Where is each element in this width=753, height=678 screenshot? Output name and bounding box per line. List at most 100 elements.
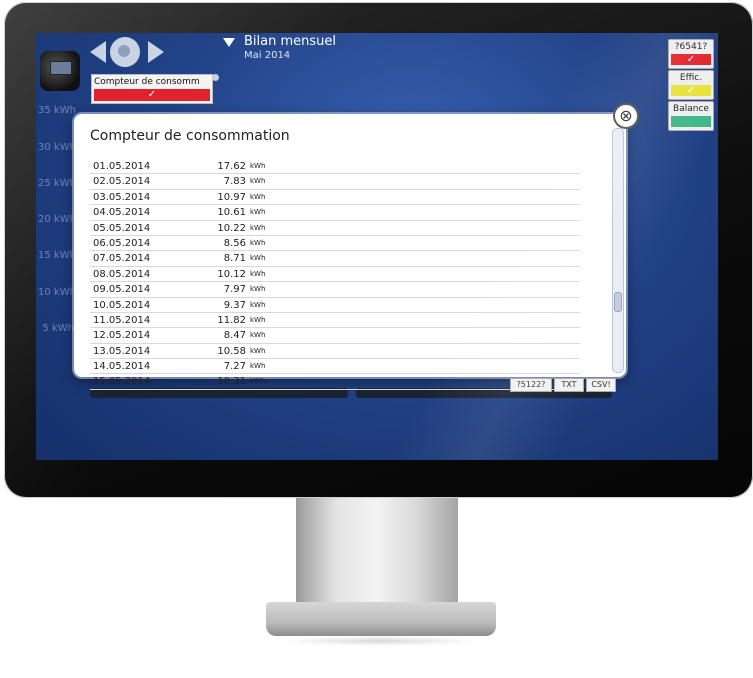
row-date: 15.05.2014 [93, 376, 151, 388]
table-row: 09.05.2014 7.97 kWh [90, 282, 580, 298]
row-value: 10.12 [217, 268, 246, 280]
row-date: 07.05.2014 [93, 253, 151, 265]
y-axis-label: 25 kWh [38, 178, 76, 189]
right-button-label: Effic. [679, 73, 703, 83]
row-unit: kWh [250, 208, 266, 217]
row-date: 03.05.2014 [93, 191, 151, 203]
row-unit: kWh [250, 223, 266, 232]
row-unit: kWh [250, 254, 266, 263]
table-row: 03.05.2014 10.97 kWh [90, 190, 580, 206]
y-axis-label: 5 kWh [42, 323, 74, 334]
row-unit: kWh [250, 377, 266, 386]
right-button-label: ?6541? [674, 42, 708, 52]
efficiency-button[interactable]: Effic. ✓ [668, 70, 714, 100]
consumption-table: 01.05.2014 17.62 kWh 02.05.2014 7.83 kWh 03.05… [90, 159, 580, 390]
export-txt-button[interactable]: TXT [554, 378, 584, 392]
right-button-check: ✓ [671, 85, 711, 96]
export-button-1[interactable]: ?5122? [510, 378, 552, 392]
table-row: 05.05.2014 10.22 kWh [90, 221, 580, 236]
row-unit: kWh [250, 238, 266, 247]
meter-selector-label: Compteur de consomm [94, 77, 200, 87]
row-date: 11.05.2014 [93, 314, 151, 326]
y-axis-label: 10 kWh [38, 287, 76, 298]
report-title-label: Bilan mensuel [244, 34, 337, 49]
next-arrow-icon[interactable] [148, 41, 164, 63]
table-row: 13.05.2014 10.58 kWh [90, 344, 580, 360]
y-axis-label: 35 kWh [38, 105, 76, 116]
search-icon[interactable] [110, 37, 140, 67]
row-value: 8.56 [223, 237, 246, 249]
table-row: 08.05.2014 10.12 kWh [90, 267, 580, 283]
row-date: 08.05.2014 [93, 268, 151, 280]
row-value: 7.27 [223, 361, 246, 373]
table-row: 04.05.2014 10.61 kWh [90, 205, 580, 221]
row-date: 05.05.2014 [93, 222, 151, 234]
table-row: 11.05.2014 11.82 kWh [90, 313, 580, 329]
row-value: 10.58 [217, 345, 246, 357]
right-button-check: ✓ [671, 54, 711, 65]
monitor-stand-base [266, 602, 496, 636]
table-row: 15.05.2014 10.31 kWh [90, 374, 580, 390]
table-row: 07.05.2014 8.71 kWh [90, 251, 580, 267]
table-row: 01.05.2014 17.62 kWh [90, 159, 580, 175]
row-value: 10.61 [217, 207, 246, 219]
table-row: 10.05.2014 9.37 kWh [90, 298, 580, 313]
row-unit: kWh [250, 331, 266, 340]
meter-selector-button[interactable]: Compteur de consomm ✓ [91, 74, 213, 104]
row-value: 9.37 [223, 299, 246, 311]
row-value: 10.22 [217, 222, 246, 234]
meter-selector-check: ✓ [94, 89, 210, 101]
row-date: 02.05.2014 [93, 176, 151, 188]
export-csv-button[interactable]: CSV! [586, 378, 616, 392]
stand-shadow [280, 636, 480, 646]
row-unit: kWh [250, 315, 266, 324]
row-date: 13.05.2014 [93, 345, 151, 357]
y-axis-label: 20 kWh [38, 214, 76, 225]
row-unit: kWh [250, 285, 266, 294]
previous-arrow-icon[interactable] [90, 41, 106, 63]
row-unit: kWh [250, 300, 266, 309]
row-value: 17.62 [217, 161, 246, 172]
table-row: 06.05.2014 8.56 kWh [90, 236, 580, 252]
table-row: 02.05.2014 7.83 kWh [90, 174, 580, 190]
row-date: 12.05.2014 [93, 330, 151, 342]
scrollbar-thumb[interactable] [614, 292, 622, 312]
indicator-dot [212, 74, 219, 81]
dialog-title: Compteur de consommation [90, 128, 290, 144]
close-icon[interactable]: ⊗ [613, 103, 639, 129]
row-unit: kWh [250, 346, 266, 355]
row-date: 10.05.2014 [93, 299, 151, 311]
y-axis-label: 30 kWh [38, 142, 76, 153]
screen: Bilan mensuel Mai 2014 Compteur de conso… [36, 33, 718, 460]
dropdown-triangle-icon [223, 38, 235, 47]
y-axis-label: 15 kWh [38, 250, 76, 261]
row-unit: kWh [250, 269, 266, 278]
meter-device-icon [40, 51, 80, 91]
report-period-label: Mai 2014 [244, 50, 291, 61]
row-unit: kWh [250, 177, 266, 186]
row-date: 01.05.2014 [93, 161, 151, 172]
dialog-scrollbar[interactable] [612, 128, 624, 373]
consumption-dialog: Compteur de consommation 01.05.2014 17.62… [74, 114, 626, 390]
row-value: 7.83 [223, 176, 246, 188]
row-date: 04.05.2014 [93, 207, 151, 219]
table-row: 14.05.2014 7.27 kWh [90, 359, 580, 375]
row-value: 11.82 [217, 314, 246, 326]
row-unit: kWh [250, 192, 266, 201]
right-button-label: Balance [673, 104, 709, 114]
row-value: 8.71 [223, 253, 246, 265]
row-date: 14.05.2014 [93, 361, 151, 373]
table-row: 12.05.2014 8.47 kWh [90, 328, 580, 344]
row-value: 10.97 [217, 191, 246, 203]
monitor-stand-neck [296, 498, 458, 618]
right-button-check [671, 116, 711, 127]
row-unit: kWh [250, 362, 266, 371]
balance-button[interactable]: Balance [668, 101, 714, 131]
row-date: 09.05.2014 [93, 284, 151, 296]
row-unit: kWh [250, 162, 266, 170]
row-value: 7.97 [223, 284, 246, 296]
row-value: 10.31 [217, 376, 246, 388]
right-button-1[interactable]: ?6541? ✓ [668, 39, 714, 69]
row-value: 8.47 [223, 330, 246, 342]
row-date: 06.05.2014 [93, 237, 151, 249]
